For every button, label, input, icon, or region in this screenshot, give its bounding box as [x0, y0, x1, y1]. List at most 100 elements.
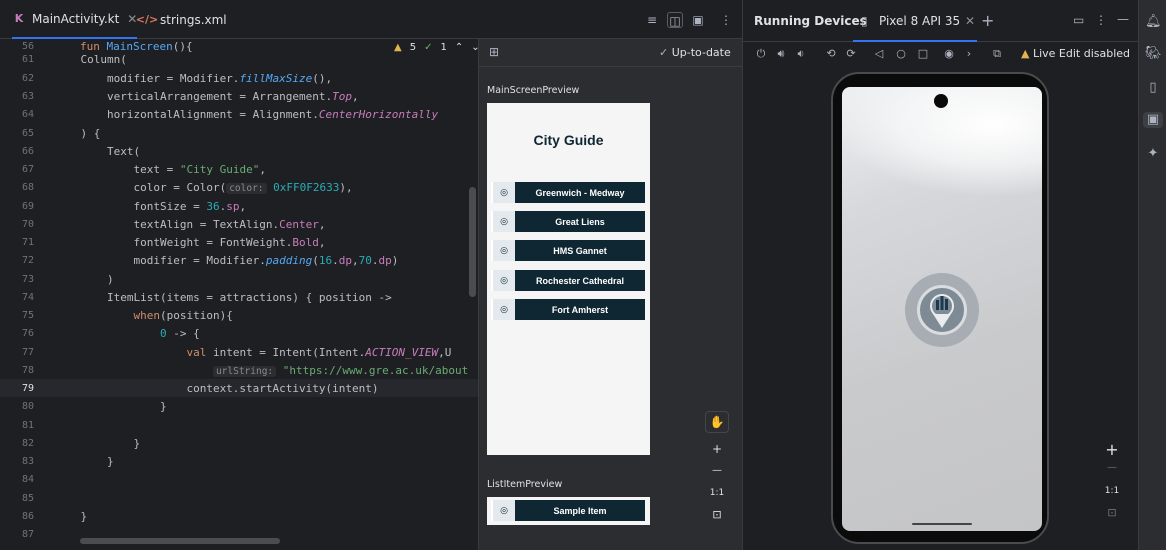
line-number: 85 — [21, 493, 34, 504]
more-options-icon[interactable]: ⋮ — [1095, 13, 1107, 27]
check-icon: ✓ — [659, 46, 672, 59]
tab-mainactivity[interactable]: K MainActivity.kt ✕ — [12, 0, 138, 39]
list-item[interactable]: ◎ Sample Item — [491, 500, 645, 521]
emulator-phone-frame — [831, 72, 1049, 544]
design-view-icon[interactable]: ▣ — [690, 12, 706, 28]
code-line: modifier = Modifier.padding(16.dp,70.dp) — [54, 254, 398, 267]
emulator-screen[interactable] — [842, 87, 1042, 531]
tab-pixel8[interactable]: ▯ Pixel 8 API 35 ✕ — [853, 0, 977, 42]
code-token: Column( — [54, 53, 127, 66]
code-token: color: — [226, 183, 267, 194]
code-token: modifier = Modifier. — [54, 254, 266, 267]
code-line: verticalArrangement = Arrangement.Top, — [54, 90, 359, 103]
main-screen-preview[interactable]: City Guide ◎ Greenwich - Medway ◎ Great Li… — [487, 103, 650, 455]
code-line: ) — [54, 273, 114, 286]
zoom-out-button[interactable]: — — [1101, 462, 1123, 480]
code-line: ItemList(items = attractions) { position… — [54, 291, 392, 304]
code-token: , — [318, 218, 326, 231]
code-token: 70 — [358, 254, 372, 267]
code-editor[interactable]: 56 fun MainScreen(){61 Column(62 modifier… — [0, 39, 478, 550]
gradle-icon[interactable]: 🐘︎ — [1145, 46, 1162, 62]
compose-preview-panel: ⊞ ✓ Up-to-date MainScreenPreview City Gu… — [478, 39, 743, 550]
fit-screen-icon[interactable]: ⊡ — [1101, 506, 1123, 524]
volume-down-icon[interactable]: 🔉︎ — [793, 46, 809, 62]
layout-icon[interactable]: ⊞ — [489, 45, 505, 61]
preview-status[interactable]: ✓ Up-to-date — [659, 46, 731, 59]
horizontal-scrollbar[interactable] — [80, 538, 280, 544]
add-device-icon[interactable]: + — [981, 11, 994, 30]
chevron-right-icon[interactable]: › — [961, 46, 977, 62]
back-icon[interactable]: ◁ — [871, 46, 887, 62]
code-token: fontSize = — [54, 200, 207, 213]
code-line: ) { — [54, 127, 100, 140]
volume-up-icon[interactable]: 🔊︎ — [773, 46, 789, 62]
gesture-bar — [912, 523, 972, 525]
live-edit-status[interactable]: ▲ Live Edit disabled — [1021, 47, 1130, 60]
gemini-icon[interactable]: ✦ — [1145, 146, 1161, 162]
fit-screen-icon[interactable]: ⊡ — [705, 505, 729, 527]
code-line: when(position){ — [54, 309, 233, 322]
code-token: CenterHorizontally — [318, 108, 439, 121]
device-manager-icon[interactable]: ▯ — [1145, 80, 1161, 96]
code-token: 16 — [318, 254, 333, 267]
running-devices-icon[interactable]: ▣ — [1143, 112, 1163, 128]
code-line: } — [54, 437, 140, 450]
chevron-down-icon[interactable]: ⌄ — [471, 42, 478, 53]
close-icon[interactable]: ✕ — [965, 14, 975, 28]
code-token: ), — [339, 181, 353, 194]
zoom-actual-button[interactable]: 1:1 — [705, 483, 729, 505]
warning-icon: ▲ — [394, 42, 402, 53]
overview-icon[interactable]: □ — [915, 46, 931, 62]
rotate-right-icon[interactable]: ⟳ — [843, 46, 859, 62]
code-token: modifier = Modifier. — [54, 72, 240, 85]
chevron-up-icon[interactable]: ⌃ — [455, 42, 463, 53]
device-toolbar: ⏻ 🔊︎ 🔉︎ ⟲ ⟳ ◁ ○ □ ◉ › ⧉ ▲ Live Edit disa… — [743, 42, 1139, 66]
code-line: text = "City Guide", — [54, 163, 265, 176]
code-line: } — [54, 510, 87, 523]
mirror-icon[interactable]: ⧉ — [989, 46, 1005, 62]
tab-strings[interactable]: </> strings.xml — [136, 0, 227, 39]
rotate-left-icon[interactable]: ⟲ — [823, 46, 839, 62]
check-icon: ✓ — [424, 42, 433, 53]
list-item[interactable]: ◎ Fort Amherst — [491, 299, 645, 320]
device-tab-label: Pixel 8 API 35 — [879, 14, 961, 28]
code-line: fun MainScreen(){ — [80, 40, 193, 53]
zoom-out-button[interactable]: — — [705, 461, 729, 483]
line-number: 69 — [21, 201, 34, 212]
minimize-icon[interactable]: — — [1117, 12, 1129, 26]
code-line: Text( — [54, 145, 140, 158]
notifications-icon[interactable]: 🔔︎ — [1145, 14, 1162, 30]
line-number: 77 — [21, 347, 34, 358]
split-view-icon[interactable]: ◫ — [667, 12, 683, 28]
screenshot-icon[interactable]: ◉ — [941, 46, 957, 62]
live-edit-text: Live Edit disabled — [1032, 47, 1131, 60]
code-view-icon[interactable]: ≡ — [644, 12, 660, 28]
attraction-icon: ◎ — [493, 211, 515, 232]
vertical-scrollbar[interactable] — [469, 187, 476, 297]
power-icon[interactable]: ⏻ — [753, 46, 769, 62]
zoom-in-button[interactable]: + — [1101, 440, 1123, 462]
code-token: textAlign = TextAlign. — [54, 218, 280, 231]
window-icon[interactable]: ▭ — [1073, 13, 1084, 27]
home-icon[interactable]: ○ — [893, 46, 909, 62]
list-item[interactable]: ◎ HMS Gannet — [491, 240, 645, 261]
list-item[interactable]: ◎ Rochester Cathedral — [491, 270, 645, 291]
code-line: urlString: "https://www.gre.ac.uk/about — [54, 364, 468, 377]
zoom-actual-button[interactable]: 1:1 — [1101, 486, 1123, 502]
line-number: 80 — [21, 401, 34, 412]
code-token: dp — [338, 254, 353, 267]
warning-count: 5 — [409, 42, 417, 53]
list-item-preview[interactable]: ◎ Sample Item — [487, 497, 650, 525]
pan-hand-icon[interactable]: ✋ — [705, 411, 729, 433]
more-options-icon[interactable]: ⋮ — [718, 12, 734, 28]
inspection-widget[interactable]: ▲ 5 ✓ 1 ⌃ ⌄ — [394, 42, 478, 53]
code-token: } — [54, 437, 141, 450]
list-item[interactable]: ◎ Great Liens — [491, 211, 645, 232]
code-line: val intent = Intent(Intent.ACTION_VIEW,U — [54, 346, 451, 359]
code-token: (position){ — [159, 309, 233, 322]
line-number: 73 — [21, 274, 34, 285]
running-devices-panel: Running Devices ▯ Pixel 8 API 35 ✕ + ▭ ⋮… — [742, 0, 1139, 550]
zoom-in-button[interactable]: + — [705, 439, 729, 461]
list-item[interactable]: ◎ Greenwich - Medway — [491, 182, 645, 203]
